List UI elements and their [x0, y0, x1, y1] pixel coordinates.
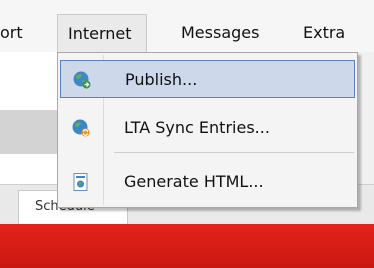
globe-sync-icon [71, 118, 91, 138]
menu-extra[interactable]: Extra [303, 14, 345, 52]
internet-dropdown-menu: Publish... LTA Sync Entries... Generate … [57, 52, 358, 208]
menu-export[interactable]: ort [0, 14, 23, 52]
menu-item-publish[interactable]: Publish... [60, 60, 355, 98]
menu-separator [114, 152, 354, 153]
menu-item-publish-label: Publish... [125, 70, 198, 89]
menu-item-generate-html-label: Generate HTML... [124, 172, 264, 191]
globe-publish-icon [72, 70, 92, 90]
menubar: ort Internet Messages Extra [0, 0, 374, 54]
menu-internet-label: Internet [68, 24, 132, 43]
menu-messages[interactable]: Messages [181, 14, 259, 52]
menu-item-lta-sync[interactable]: LTA Sync Entries... [60, 109, 355, 147]
content-band [0, 110, 65, 154]
menu-item-generate-html[interactable]: Generate HTML... [60, 163, 355, 201]
html-document-icon [71, 172, 91, 192]
menu-item-lta-sync-label: LTA Sync Entries... [124, 118, 270, 137]
brand-banner [0, 224, 374, 268]
menu-extra-label: Extra [303, 23, 346, 42]
menu-messages-label: Messages [181, 23, 260, 42]
menu-export-label: ort [0, 23, 23, 42]
app-window: Schedule ort Internet Messages Extra [0, 0, 374, 268]
menu-internet[interactable]: Internet [57, 14, 147, 54]
